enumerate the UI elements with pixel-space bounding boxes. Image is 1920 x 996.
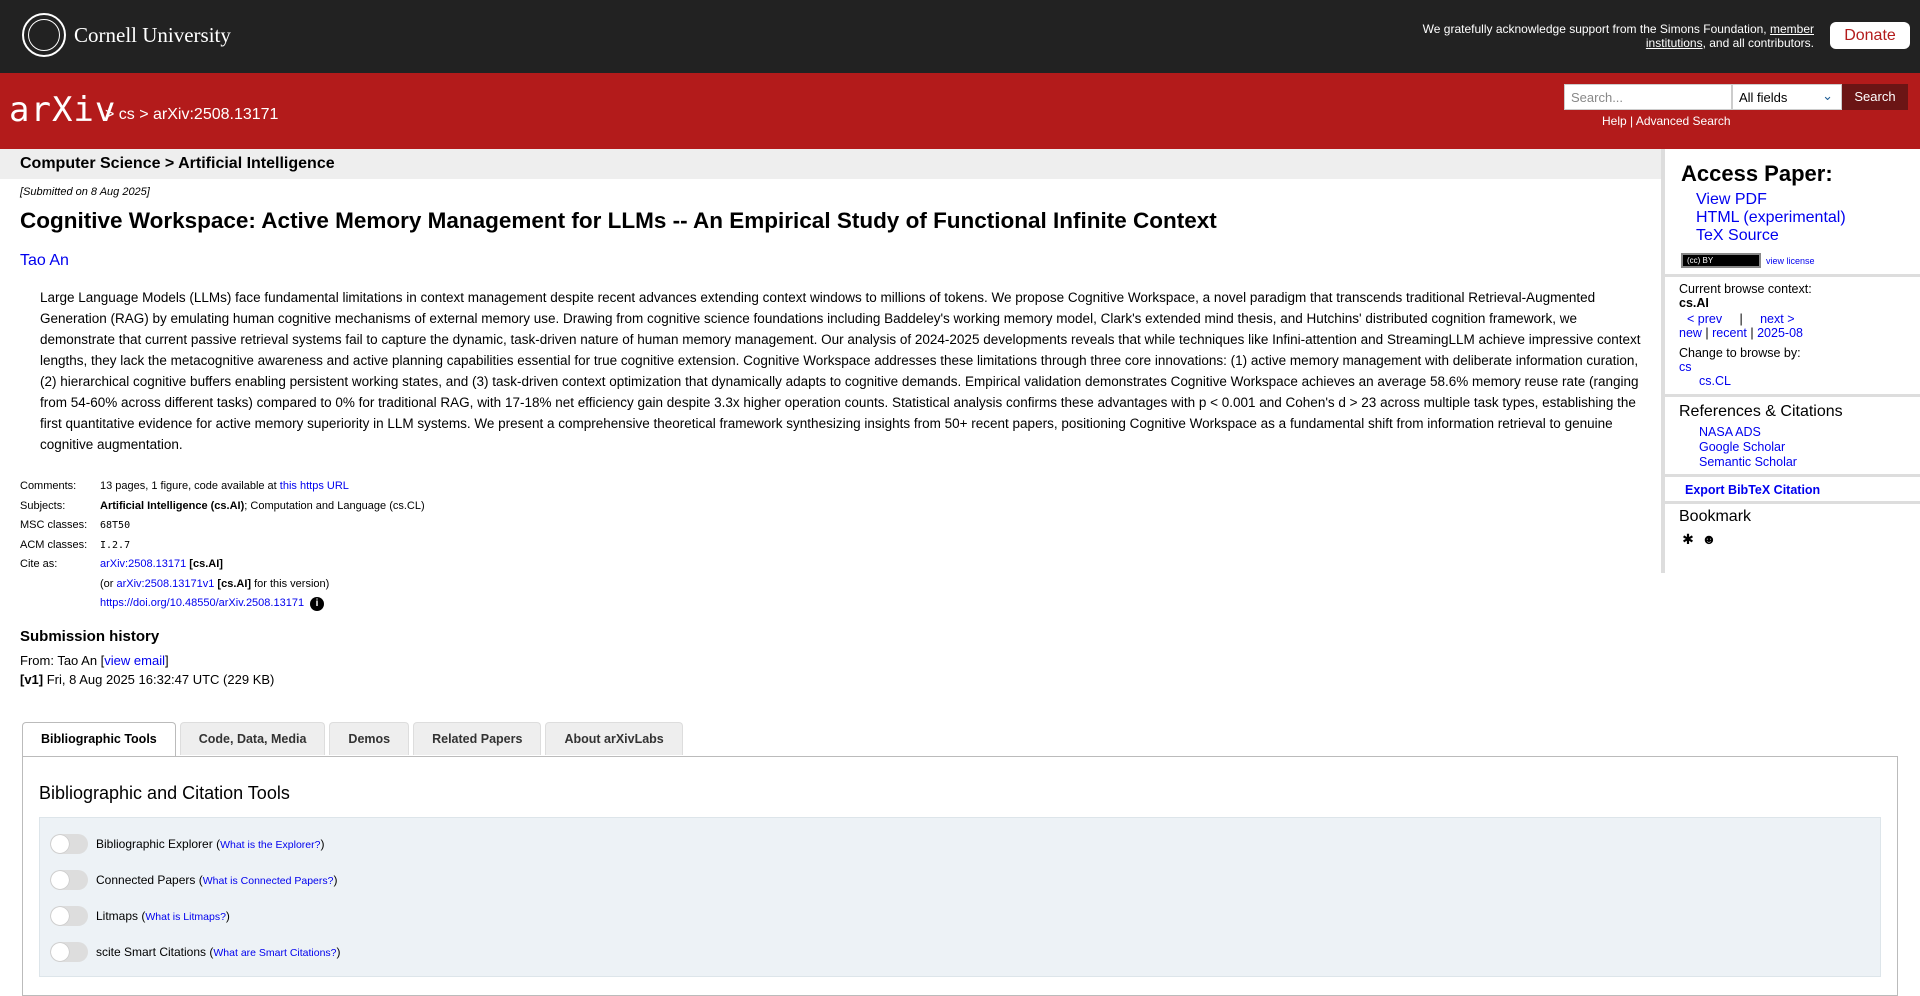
subjects-row: Subjects: Artificial Intelligence (cs.AI… [20,499,425,512]
export-bibtex-link[interactable]: Export BibTeX Citation [1685,483,1820,497]
paper-main: [Submitted on 8 Aug 2025] Cognitive Work… [20,186,1641,689]
month-link[interactable]: 2025-08 [1757,326,1803,340]
google-scholar-link[interactable]: Google Scholar [1699,440,1785,454]
tab-related-papers[interactable]: Related Papers [413,722,542,755]
tab-panel: Bibliographic and Citation Tools Bibliog… [22,756,1898,996]
bibsonomy-icon[interactable]: ✱ [1679,530,1697,548]
export-bibtex: Export BibTeX Citation [1665,477,1920,504]
tab-code-data-media[interactable]: Code, Data, Media [179,722,326,755]
submission-history: Submission history From: Tao An [view em… [20,628,1630,689]
subject-header: Computer Science > Artificial Intelligen… [0,149,1661,179]
toggle-switch[interactable] [50,870,88,890]
access-paper: Access Paper: View PDF HTML (experimenta… [1665,161,1920,277]
prev-link[interactable]: < prev [1687,312,1722,326]
new-link[interactable]: new [1679,326,1702,340]
toggle-switch[interactable] [50,834,88,854]
top-bar: Cornell University We gratefully acknowl… [0,0,1920,73]
refs-heading: References & Citations [1679,403,1843,420]
tab-demos[interactable]: Demos [329,722,410,755]
html-link[interactable]: HTML (experimental) [1696,209,1846,226]
doi-link[interactable]: https://doi.org/10.48550/arXiv.2508.1317… [100,597,304,609]
submitted-date: [Submitted on 8 Aug 2025] [20,186,150,198]
help-link[interactable]: Help [1602,114,1627,128]
current-context: cs.AI [1679,296,1709,310]
search-field-select[interactable]: All fields ⌄ [1732,84,1842,110]
submission-history-heading: Submission history [20,627,160,645]
tools-heading: Bibliographic and Citation Tools [39,783,290,803]
subject-path: Computer Science > Artificial Intelligen… [20,155,335,172]
author-link[interactable]: Tao An [20,252,69,269]
metadata-table: Comments: 13 pages, 1 figure, code avail… [20,477,1630,614]
arxiv-logo[interactable]: arXiv [9,90,116,130]
cc-by-icon[interactable]: (cc) BY [1681,253,1761,268]
acm-row: ACM classes: I.2.7 [20,538,131,551]
cornell-seal-icon [22,13,66,57]
info-icon[interactable]: i [310,597,325,611]
browse-cs-link[interactable]: cs [1679,360,1692,374]
support-message: We gratefully acknowledge support from t… [1422,22,1814,50]
view-pdf-link[interactable]: View PDF [1696,191,1767,208]
tool-bibliographic-explorer: Bibliographic Explorer (What is the Expl… [50,834,324,854]
next-link[interactable]: next > [1760,312,1794,326]
paper-title: Cognitive Workspace: Active Memory Manag… [20,208,1217,233]
tool-scite: scite Smart Citations (What are Smart Ci… [50,942,341,962]
search-button[interactable]: Search [1842,84,1908,110]
tab-bibliographic-tools[interactable]: Bibliographic Tools [22,722,176,757]
msc-row: MSC classes: 68T50 [20,519,131,531]
access-paper-heading: Access Paper: [1681,161,1833,186]
references-citations: References & Citations NASA ADS Google S… [1665,403,1920,477]
cornell-logo[interactable]: Cornell University [22,13,231,57]
browse-cscl-link[interactable]: cs.CL [1699,374,1731,388]
toggle-switch[interactable] [50,906,88,926]
bookmark: Bookmark ✱ ☻ [1665,508,1920,548]
tools-list: Bibliographic Explorer (What is the Expl… [39,817,1881,977]
cite-link[interactable]: arXiv:2508.13171 [100,558,186,570]
search-input[interactable]: Search... [1564,84,1732,110]
comments-row: Comments: 13 pages, 1 figure, code avail… [20,480,349,492]
cite-version-link[interactable]: arXiv:2508.13171v1 [117,578,215,590]
help-links: Help | Advanced Search [1602,114,1731,128]
browse-context: Current browse context: cs.AI < prev | n… [1665,277,1920,397]
code-url-link[interactable]: this https URL [280,480,349,492]
explorer-info-link[interactable]: What is the Explorer? [220,837,320,851]
version-entry: [v1] Fri, 8 Aug 2025 16:32:47 UTC (229 K… [20,671,275,687]
cite-row: Cite as: arXiv:2508.13171 [cs.AI] [20,558,223,570]
bookmark-heading: Bookmark [1679,508,1752,525]
tab-about-arxivlabs[interactable]: About arXivLabs [545,722,683,755]
semantic-scholar-link[interactable]: Semantic Scholar [1699,455,1797,469]
connected-papers-info-link[interactable]: What is Connected Papers? [203,873,334,887]
right-sidebar: Access Paper: View PDF HTML (experimenta… [1661,149,1920,573]
toggle-switch[interactable] [50,942,88,962]
license: (cc) BY view license [1681,253,1920,268]
donate-button[interactable]: Donate [1830,22,1910,49]
reddit-icon[interactable]: ☻ [1700,530,1718,548]
abstract: Large Language Models (LLMs) face fundam… [40,290,1641,452]
labs-tabs: Bibliographic Tools Code, Data, Media De… [22,722,683,757]
tool-connected-papers: Connected Papers (What is Connected Pape… [50,870,338,890]
chevron-down-icon: ⌄ [1822,88,1833,103]
cite-version-row: (or arXiv:2508.13171v1 [cs.AI] for this … [100,577,330,590]
arxiv-header: arXiv > cs > arXiv:2508.13171 Search... … [0,73,1920,149]
authors: Tao An [20,252,1630,270]
recent-link[interactable]: recent [1712,326,1747,340]
view-email-link[interactable]: view email [104,653,165,668]
tool-litmaps: Litmaps (What is Litmaps?) [50,906,230,926]
view-license-link[interactable]: view license [1766,256,1815,266]
nasa-ads-link[interactable]: NASA ADS [1699,425,1761,439]
advanced-search-link[interactable]: Advanced Search [1636,114,1731,128]
cornell-name: Cornell University [74,22,231,47]
litmaps-info-link[interactable]: What is Litmaps? [145,909,226,923]
breadcrumb[interactable]: > cs > arXiv:2508.13171 [105,106,278,124]
submitter: From: Tao An [view email] [20,652,169,668]
tex-source-link[interactable]: TeX Source [1696,227,1779,244]
doi-row: https://doi.org/10.48550/arXiv.2508.1317… [20,594,1630,614]
scite-info-link[interactable]: What are Smart Citations? [213,945,336,959]
